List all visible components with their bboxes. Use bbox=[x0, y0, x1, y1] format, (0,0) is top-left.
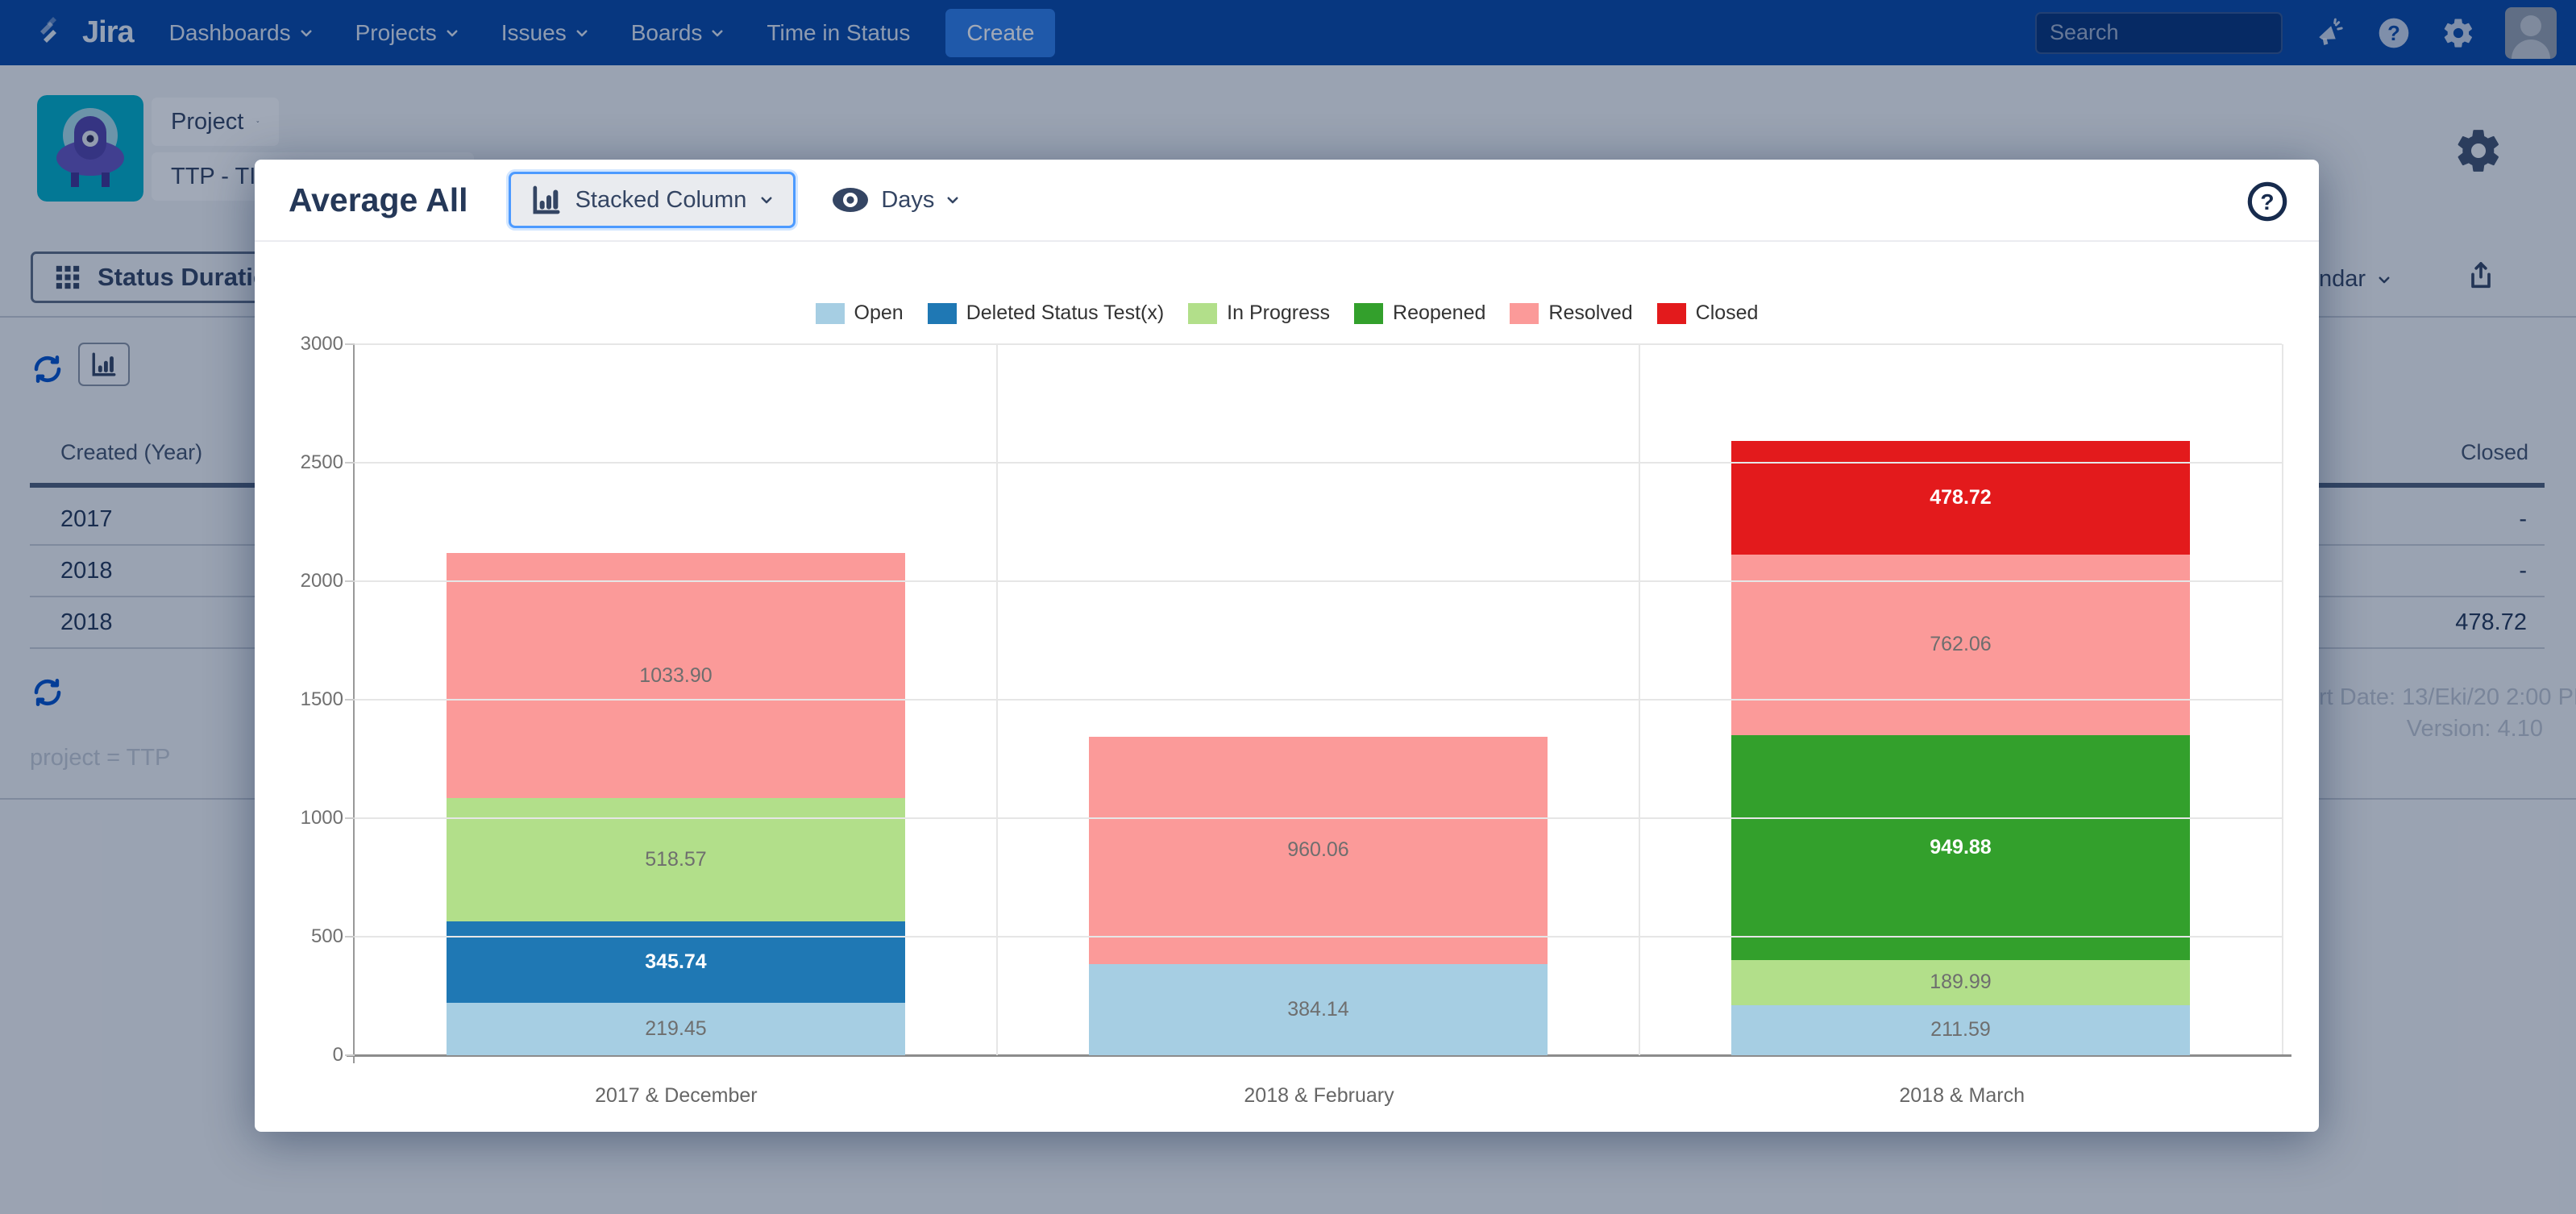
legend-swatch bbox=[928, 303, 957, 324]
legend-swatch bbox=[1354, 303, 1383, 324]
y-axis-tick-label: 0 bbox=[333, 1044, 343, 1066]
y-axis-tick-label: 1500 bbox=[301, 688, 343, 711]
chart-type-label: Stacked Column bbox=[575, 187, 747, 214]
y-tick bbox=[345, 817, 355, 819]
plot-area: 219.45 345.74 518.57 1033.90 384.14 960.06 211… bbox=[355, 344, 2283, 1055]
bar-segment-resolved: 960.06 bbox=[1089, 737, 1548, 964]
unit-label: Days bbox=[881, 187, 934, 214]
y-tick bbox=[345, 580, 355, 582]
y-tick bbox=[345, 1054, 355, 1056]
y-tick bbox=[345, 343, 355, 345]
bar-segment-open: 211.59 bbox=[1731, 1005, 2191, 1055]
bar-value-label: 219.45 bbox=[645, 1017, 706, 1041]
bar-value-label: 949.88 bbox=[1930, 836, 1991, 859]
bar-value-label: 960.06 bbox=[1287, 838, 1348, 862]
y-axis-tick-label: 500 bbox=[311, 925, 343, 948]
bar-value-label: 478.72 bbox=[1930, 486, 1991, 509]
gridline bbox=[355, 343, 2282, 345]
y-axis-tick-label: 2000 bbox=[301, 570, 343, 592]
stacked-column-chart: Open Deleted Status Test(x) In Progress Reo… bbox=[255, 281, 2319, 1132]
legend-item-in-progress[interactable]: In Progress bbox=[1188, 301, 1330, 325]
bar-segment-open: 384.14 bbox=[1089, 964, 1548, 1055]
x-axis-category-label: 2017 & December bbox=[355, 1084, 998, 1108]
y-tick bbox=[345, 462, 355, 464]
gridline bbox=[355, 699, 2282, 701]
bar-value-label: 762.06 bbox=[1930, 633, 1991, 656]
x-axis-category-label: 2018 & March bbox=[1640, 1084, 2283, 1108]
modal-header: Average All Stacked Column Days bbox=[255, 160, 2319, 242]
bar-value-label: 1033.90 bbox=[639, 664, 712, 688]
x-axis-category-label: 2018 & February bbox=[998, 1084, 1641, 1108]
y-axis-tick-label: 1000 bbox=[301, 807, 343, 829]
bar-value-label: 345.74 bbox=[645, 950, 706, 974]
y-tick bbox=[345, 699, 355, 701]
gridline bbox=[355, 580, 2282, 582]
jira-page: Jira DashboardsProjectsIssuesBoardsTime … bbox=[0, 0, 2576, 1214]
gridline bbox=[355, 936, 2282, 938]
eye-icon bbox=[831, 185, 870, 214]
y-tick bbox=[345, 936, 355, 938]
bar-segment-in-progress: 189.99 bbox=[1731, 960, 2191, 1005]
legend-swatch bbox=[816, 303, 845, 324]
legend-item-reopened[interactable]: Reopened bbox=[1354, 301, 1485, 325]
y-axis-tick-label: 3000 bbox=[301, 333, 343, 355]
chart-legend: Open Deleted Status Test(x) In Progress Reo… bbox=[255, 301, 2319, 325]
bar-segment-resolved: 1033.90 bbox=[447, 553, 906, 798]
modal-help-icon[interactable]: ? bbox=[2246, 181, 2288, 222]
legend-label: Closed bbox=[1696, 301, 1759, 325]
bar-segment-deleted-status-test-x-: 345.74 bbox=[447, 921, 906, 1004]
legend-label: Resolved bbox=[1548, 301, 1632, 325]
bar-value-label: 384.14 bbox=[1287, 998, 1348, 1021]
legend-item-closed[interactable]: Closed bbox=[1657, 301, 1759, 325]
svg-text:?: ? bbox=[2260, 189, 2274, 214]
legend-label: In Progress bbox=[1227, 301, 1330, 325]
legend-item-open[interactable]: Open bbox=[816, 301, 904, 325]
bar-segment-closed: 478.72 bbox=[1731, 441, 2191, 555]
stacked-column-icon bbox=[530, 184, 563, 216]
chart-type-dropdown[interactable]: Stacked Column bbox=[509, 172, 796, 228]
legend-item-deleted-status-test-x-[interactable]: Deleted Status Test(x) bbox=[928, 301, 1164, 325]
modal-title: Average All bbox=[289, 181, 468, 219]
legend-swatch bbox=[1510, 303, 1539, 324]
gridline bbox=[355, 817, 2282, 819]
bar-value-label: 518.57 bbox=[645, 848, 706, 871]
bar-segment-reopened: 949.88 bbox=[1731, 735, 2191, 960]
average-all-modal: Average All Stacked Column Days bbox=[255, 160, 2319, 1132]
legend-swatch bbox=[1657, 303, 1686, 324]
legend-item-resolved[interactable]: Resolved bbox=[1510, 301, 1632, 325]
category-separator bbox=[996, 344, 998, 1055]
legend-label: Reopened bbox=[1393, 301, 1485, 325]
legend-swatch bbox=[1188, 303, 1217, 324]
bar-value-label: 189.99 bbox=[1930, 971, 1991, 994]
bar-segment-open: 219.45 bbox=[447, 1003, 906, 1055]
chevron-down-icon bbox=[945, 193, 960, 207]
legend-label: Deleted Status Test(x) bbox=[966, 301, 1164, 325]
gridline bbox=[355, 462, 2282, 464]
chevron-down-icon bbox=[759, 193, 774, 207]
y-axis-tick-label: 2500 bbox=[301, 451, 343, 474]
bar-value-label: 211.59 bbox=[1930, 1018, 1991, 1041]
unit-dropdown[interactable]: Days bbox=[831, 185, 960, 214]
legend-label: Open bbox=[854, 301, 904, 325]
category-separator bbox=[1639, 344, 1640, 1055]
x-axis-labels: 2017 & December2018 & February2018 & Mar… bbox=[355, 1084, 2283, 1108]
